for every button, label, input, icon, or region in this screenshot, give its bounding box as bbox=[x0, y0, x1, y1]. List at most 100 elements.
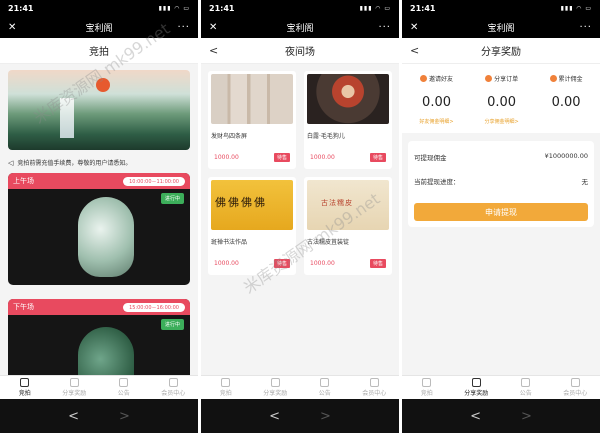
session-card-morning[interactable]: 上午场 10:00:00－11:00:00 进行中 bbox=[8, 173, 190, 285]
tab-announcement[interactable]: 公告 bbox=[99, 376, 149, 399]
page-nav: < 分享奖励 bbox=[402, 38, 600, 64]
more-icon[interactable]: ··· bbox=[378, 22, 391, 33]
apply-withdraw-button[interactable]: 申请提现 bbox=[414, 203, 588, 221]
landscape-banner[interactable] bbox=[8, 70, 190, 150]
waterfall-illustration bbox=[60, 98, 74, 138]
tab-label: 分享奖励 bbox=[464, 390, 489, 397]
tab-announcement[interactable]: 公告 bbox=[501, 376, 551, 399]
browser-forward-icon[interactable]: > bbox=[521, 409, 532, 424]
tab-share-reward[interactable]: 分享奖励 bbox=[452, 376, 502, 399]
page-nav: < 夜间场 bbox=[201, 38, 399, 64]
status-time: 21:41 bbox=[209, 3, 235, 13]
item-name: 发财鸟四条屏 bbox=[211, 133, 248, 140]
browser-nav-bar: < > bbox=[402, 399, 600, 433]
tab-label: 分享奖励 bbox=[62, 390, 87, 397]
item-card[interactable]: 佛佛佛佛 斑禅书法作品 1000.00 待售 bbox=[208, 177, 296, 275]
item-price: 1000.00 bbox=[310, 154, 335, 161]
session-name: 上午场 bbox=[13, 177, 34, 185]
status-bar: 21:41 ▮▮▮ ◠ ▭ bbox=[0, 0, 198, 16]
item-image bbox=[211, 74, 293, 124]
session-status-badge: 进行中 bbox=[160, 193, 184, 204]
share-icon bbox=[485, 75, 493, 82]
withdraw-panel: 可提现佣金 ¥1000000.00 当前提现进度： 无 申请提现 bbox=[408, 141, 594, 227]
tab-auction[interactable]: 竞拍 bbox=[0, 376, 50, 399]
tab-share-reward[interactable]: 分享奖励 bbox=[50, 376, 100, 399]
stat-label: 累计佣金 bbox=[558, 76, 583, 83]
tab-member-center[interactable]: 会员中心 bbox=[149, 376, 199, 399]
session-time: 10:00:00－11:00:00 bbox=[123, 176, 185, 186]
progress-value: 无 bbox=[581, 178, 589, 186]
status-icons: ▮▮▮ ◠ ▭ bbox=[359, 4, 391, 12]
item-image bbox=[307, 74, 389, 124]
status-time: 21:41 bbox=[8, 3, 34, 13]
back-icon[interactable]: < bbox=[209, 44, 218, 57]
page-title: 分享奖励 bbox=[481, 47, 521, 58]
more-icon[interactable]: ··· bbox=[177, 22, 190, 33]
tab-member-center[interactable]: 会员中心 bbox=[551, 376, 600, 399]
gift-icon bbox=[270, 378, 280, 387]
stat-detail-link[interactable]: 分享佣金明细> bbox=[484, 118, 518, 125]
page-title: 夜间场 bbox=[285, 47, 315, 58]
item-name: 古法糯皮苴装锭 bbox=[307, 239, 350, 246]
user-icon bbox=[369, 378, 379, 387]
session-status-badge: 进行中 bbox=[160, 319, 184, 330]
stat-detail-link[interactable]: 好友佣金明细> bbox=[419, 118, 453, 125]
notice-text: 竞拍前需充值手续费，尊敬的用户请悉知。 bbox=[17, 160, 132, 167]
item-card[interactable]: 发财鸟四条屏 1000.00 待售 bbox=[208, 71, 296, 169]
close-icon[interactable]: ✕ bbox=[8, 22, 16, 33]
tab-label: 会员中心 bbox=[161, 390, 186, 397]
tab-auction[interactable]: 竞拍 bbox=[402, 376, 452, 399]
tab-label: 竞拍 bbox=[420, 390, 433, 397]
item-price: 1000.00 bbox=[310, 260, 335, 267]
stat-total-commission: 累计佣金 0.00 bbox=[549, 74, 583, 125]
item-name: 斑禅书法作品 bbox=[211, 239, 248, 246]
auction-screen: 21:41 ▮▮▮ ◠ ▭ ✕ 宝利阁 ··· 竞拍 ◁ 竞拍前需充值手续费，尊… bbox=[0, 0, 198, 433]
user-icon bbox=[168, 378, 178, 387]
app-title: 宝利阁 bbox=[85, 23, 113, 34]
session-header: 上午场 10:00:00－11:00:00 bbox=[8, 173, 190, 189]
item-image: 古法糯皮 bbox=[307, 180, 389, 230]
browser-forward-icon[interactable]: > bbox=[119, 409, 130, 424]
browser-nav-bar: < > bbox=[201, 399, 399, 433]
browser-nav-bar: < > bbox=[0, 399, 198, 433]
stat-label: 邀请好友 bbox=[429, 76, 454, 83]
close-icon[interactable]: ✕ bbox=[209, 22, 217, 33]
session-header: 下午场 15:00:00－16:00:00 bbox=[8, 299, 190, 315]
app-title: 宝利阁 bbox=[487, 23, 515, 34]
notice-bar: ◁ 竞拍前需充值手续费，尊敬的用户请悉知。 bbox=[0, 150, 198, 173]
user-icon bbox=[570, 378, 580, 387]
hammer-icon bbox=[221, 378, 231, 387]
progress-label: 当前提现进度： bbox=[414, 178, 460, 186]
browser-back-icon[interactable]: < bbox=[470, 409, 481, 424]
stat-share-orders: 分享订单 0.00 分享佣金明细> bbox=[484, 74, 519, 125]
stat-invite-friends: 邀请好友 0.00 好友佣金明细> bbox=[419, 74, 454, 125]
browser-back-icon[interactable]: < bbox=[269, 409, 280, 424]
item-card[interactable]: 白露·毛毛狗儿 1000.00 待售 bbox=[304, 71, 392, 169]
withdrawable-label: 可提现佣金 bbox=[414, 154, 447, 162]
status-bar: 21:41 ▮▮▮ ◠ ▭ bbox=[201, 0, 399, 16]
progress-row: 当前提现进度： 无 bbox=[414, 169, 588, 193]
page-title: 竞拍 bbox=[89, 47, 109, 58]
stat-value: 0.00 bbox=[422, 95, 451, 110]
invite-icon bbox=[420, 75, 428, 82]
app-title: 宝利阁 bbox=[286, 23, 314, 34]
more-icon[interactable]: ··· bbox=[579, 22, 592, 33]
tab-bar: 竞拍 分享奖励 公告 会员中心 bbox=[201, 375, 399, 399]
tab-label: 竞拍 bbox=[219, 390, 232, 397]
hammer-icon bbox=[422, 378, 432, 387]
close-icon[interactable]: ✕ bbox=[410, 22, 418, 33]
item-card[interactable]: 古法糯皮 古法糯皮苴装锭 1000.00 待售 bbox=[304, 177, 392, 275]
status-time: 21:41 bbox=[410, 3, 436, 13]
tab-share-reward[interactable]: 分享奖励 bbox=[251, 376, 301, 399]
tab-label: 公告 bbox=[117, 390, 130, 397]
browser-back-icon[interactable]: < bbox=[68, 409, 79, 424]
browser-forward-icon[interactable]: > bbox=[320, 409, 331, 424]
tab-member-center[interactable]: 会员中心 bbox=[350, 376, 400, 399]
tab-announcement[interactable]: 公告 bbox=[300, 376, 350, 399]
speaker-icon: ◁ bbox=[8, 158, 14, 167]
back-icon[interactable]: < bbox=[410, 44, 419, 57]
tab-label: 分享奖励 bbox=[263, 390, 288, 397]
tab-auction[interactable]: 竞拍 bbox=[201, 376, 251, 399]
session-time: 15:00:00－16:00:00 bbox=[123, 302, 185, 312]
status-icons: ▮▮▮ ◠ ▭ bbox=[158, 4, 190, 12]
